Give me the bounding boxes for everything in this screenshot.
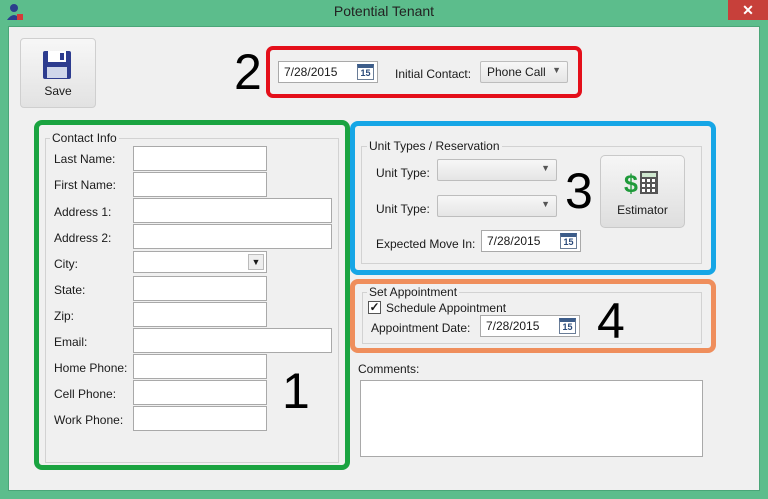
address-2-label: Address 2: xyxy=(54,231,112,245)
appointment-date-picker[interactable]: 7/28/2015 15 xyxy=(480,315,580,337)
address-1-label: Address 1: xyxy=(54,205,112,219)
expected-move-in-picker[interactable]: 7/28/2015 15 xyxy=(481,230,581,252)
header-date-value: 7/28/2015 xyxy=(284,65,338,79)
state-input[interactable] xyxy=(133,276,267,301)
unit-type-1-select[interactable]: ▼ xyxy=(437,159,557,181)
close-button[interactable]: ✕ xyxy=(728,0,768,20)
window-title: Potential Tenant xyxy=(333,3,435,19)
unit-type-2-select[interactable]: ▼ xyxy=(437,195,557,217)
callout-number-4: 4 xyxy=(597,293,625,349)
expected-move-in-value: 7/28/2015 xyxy=(487,234,541,248)
appointment-date-value: 7/28/2015 xyxy=(486,319,540,333)
calendar-icon[interactable]: 15 xyxy=(559,318,576,334)
comments-textarea[interactable] xyxy=(360,380,703,457)
city-select[interactable]: ▼ xyxy=(133,251,267,273)
work-phone-input[interactable] xyxy=(133,406,267,431)
appointment-date-label: Appointment Date: xyxy=(371,321,471,335)
calendar-icon[interactable]: 15 xyxy=(560,233,577,249)
chevron-down-icon[interactable]: ▼ xyxy=(248,254,264,270)
address-1-input[interactable] xyxy=(133,198,332,223)
unit-type-1-label: Unit Type: xyxy=(376,166,430,180)
chevron-down-icon: ▼ xyxy=(552,65,561,75)
schedule-appointment-checkbox[interactable]: ✓ xyxy=(368,301,381,314)
address-2-input[interactable] xyxy=(133,224,332,249)
chevron-down-icon: ▼ xyxy=(541,199,550,209)
email-label: Email: xyxy=(54,335,88,349)
cell-phone-label: Cell Phone: xyxy=(54,387,117,401)
work-phone-label: Work Phone: xyxy=(54,413,124,427)
callout-number-1: 1 xyxy=(282,363,310,419)
zip-input[interactable] xyxy=(133,302,267,327)
save-floppy-icon xyxy=(43,51,71,79)
home-phone-label: Home Phone: xyxy=(54,361,128,375)
email-input[interactable] xyxy=(133,328,332,353)
callout-number-2: 2 xyxy=(234,44,262,100)
calendar-icon[interactable]: 15 xyxy=(357,64,374,80)
appointment-title: Set Appointment xyxy=(367,285,460,299)
initial-contact-value: Phone Call xyxy=(487,65,546,79)
last-name-label: Last Name: xyxy=(54,152,116,166)
cell-phone-input[interactable] xyxy=(133,380,267,405)
svg-text:$: $ xyxy=(624,170,638,198)
state-label: State: xyxy=(54,283,86,297)
schedule-appointment-label: Schedule Appointment xyxy=(386,301,507,315)
contact-info-title: Contact Info xyxy=(50,131,119,145)
expected-move-in-label: Expected Move In: xyxy=(376,237,476,251)
first-name-input[interactable] xyxy=(133,172,267,197)
chevron-down-icon: ▼ xyxy=(541,163,550,173)
zip-label: Zip: xyxy=(54,309,75,323)
callout-number-3: 3 xyxy=(565,163,593,219)
city-label: City: xyxy=(54,257,78,271)
initial-contact-label: Initial Contact: xyxy=(395,67,472,81)
first-name-label: First Name: xyxy=(54,178,117,192)
home-phone-input[interactable] xyxy=(133,354,267,379)
dollar-calculator-icon: $ xyxy=(624,170,658,198)
initial-contact-select[interactable]: Phone Call ▼ xyxy=(480,61,568,83)
unit-types-title: Unit Types / Reservation xyxy=(367,139,502,153)
header-date-picker[interactable]: 7/28/2015 15 xyxy=(278,61,378,83)
save-button-label: Save xyxy=(44,84,72,98)
unit-type-2-label: Unit Type: xyxy=(376,202,430,216)
last-name-input[interactable] xyxy=(133,146,267,171)
estimator-label: Estimator xyxy=(617,203,668,217)
comments-label: Comments: xyxy=(358,362,420,376)
